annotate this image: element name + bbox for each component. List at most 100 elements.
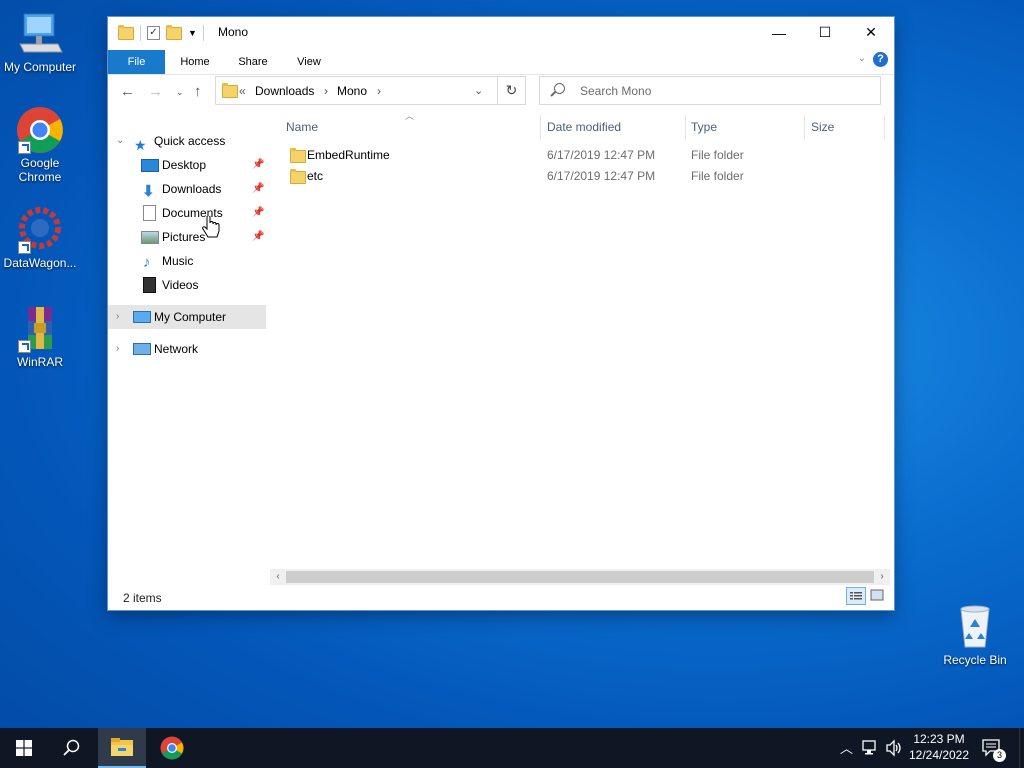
address-dropdown-icon[interactable]: ⌄ [474, 84, 483, 97]
new-folder-icon[interactable] [166, 24, 182, 40]
help-button[interactable]: ? [873, 52, 888, 67]
desktop-icon-recycle-bin[interactable]: Recycle Bin [935, 603, 1015, 667]
tab-share[interactable]: Share [228, 50, 278, 74]
pin-icon[interactable]: 📌 [252, 225, 264, 249]
details-view-button[interactable] [846, 587, 866, 605]
search-button[interactable] [48, 728, 96, 768]
chrome-icon [160, 736, 184, 760]
breadcrumb-downloads[interactable]: Downloads [255, 84, 314, 98]
scrollbar-thumb[interactable] [286, 571, 874, 583]
window-title: Mono [218, 25, 249, 39]
file-row[interactable]: EmbedRuntime 6/17/2019 12:47 PM File fol… [280, 145, 880, 166]
chevron-right-icon[interactable]: › [116, 337, 119, 361]
nav-network[interactable]: › Network [108, 337, 266, 361]
scroll-left-icon[interactable]: ‹ [270, 569, 286, 585]
show-desktop-button[interactable] [1019, 728, 1024, 768]
nav-item-documents[interactable]: Documents 📌 [108, 201, 266, 225]
minimize-icon: — [772, 24, 786, 41]
nav-item-pictures[interactable]: Pictures 📌 [108, 225, 266, 249]
forward-button[interactable]: → [148, 83, 163, 100]
system-clock[interactable]: 12:23 PM 12/24/2022 [908, 731, 970, 763]
desktop-icon-label: Google Chrome [18, 156, 62, 184]
star-icon: ★ [134, 137, 147, 153]
pin-icon[interactable]: 📌 [252, 177, 264, 201]
taskbar-chrome[interactable] [148, 728, 196, 768]
chevron-down-icon[interactable]: ⌄ [116, 129, 124, 153]
breadcrumb-mono[interactable]: Mono [337, 84, 367, 98]
column-header-name[interactable]: Name [286, 115, 318, 139]
pictures-icon [141, 231, 159, 244]
maximize-icon: ☐ [818, 24, 832, 40]
desktop-icon-my-computer[interactable]: My Computer [0, 10, 80, 74]
explorer-window[interactable]: ✓ ▼ Mono — ☐ ✕ File Home Share View ⌄ ? … [108, 17, 894, 610]
close-button[interactable]: ✕ [848, 17, 894, 48]
nav-item-desktop[interactable]: Desktop 📌 [108, 153, 266, 177]
title-bar[interactable]: ✓ ▼ Mono — ☐ ✕ [108, 17, 894, 48]
recent-locations-chevron-icon[interactable]: ⌄ [176, 87, 184, 98]
expand-ribbon-icon[interactable]: ⌄ [858, 53, 866, 64]
desktop-icon-label: DataWagon... [3, 256, 77, 270]
column-header-type[interactable]: Type [691, 115, 717, 139]
action-center-button[interactable]: 3 [980, 736, 1006, 762]
nav-item-music[interactable]: ♪ Music [108, 249, 266, 273]
chevron-right-icon[interactable]: › [116, 305, 119, 329]
up-button[interactable]: ↑ [194, 83, 202, 100]
desktop-icon-datawagon[interactable]: DataWagon... [0, 206, 80, 270]
network-icon [133, 343, 151, 355]
file-explorer-icon [111, 738, 133, 756]
nav-item-downloads[interactable]: ⬇ Downloads 📌 [108, 177, 266, 201]
file-type: File folder [691, 169, 744, 183]
chrome-icon [16, 106, 64, 154]
taskbar-file-explorer[interactable] [98, 728, 146, 768]
nav-my-computer[interactable]: › My Computer [108, 305, 266, 329]
computer-icon [16, 10, 64, 58]
clock-date: 12/24/2022 [908, 748, 970, 762]
winrar-icon [16, 305, 64, 353]
folder-icon [290, 148, 306, 163]
column-header-size[interactable]: Size [811, 115, 834, 139]
recycle-bin-icon [951, 603, 999, 651]
file-name: EmbedRuntime [307, 148, 390, 162]
chevron-down-icon[interactable]: ▼ [188, 28, 197, 38]
desktop-icon-winrar[interactable]: WinRAR [0, 305, 80, 369]
computer-icon [133, 311, 151, 323]
search-icon [554, 83, 565, 94]
large-icons-view-icon [870, 589, 884, 601]
tab-home[interactable]: Home [170, 50, 220, 74]
nav-quick-access[interactable]: ⌄ ★ Quick access [108, 129, 266, 153]
tab-file[interactable]: File [108, 50, 165, 74]
minimize-button[interactable]: — [756, 17, 802, 48]
large-icons-view-button[interactable] [868, 587, 888, 605]
refresh-button[interactable]: ↻ [497, 76, 526, 105]
search-icon [63, 739, 80, 756]
pin-icon[interactable]: 📌 [252, 201, 264, 225]
windows-logo-icon [16, 740, 32, 756]
film-icon [143, 277, 156, 293]
address-bar[interactable]: « Downloads › Mono › ⌄ [215, 76, 526, 105]
properties-icon[interactable]: ✓ [147, 26, 160, 40]
breadcrumb-overflow[interactable]: « [239, 84, 246, 98]
sort-ascending-icon: ︿ [405, 111, 415, 121]
start-button[interactable] [0, 728, 48, 768]
quick-access-toolbar: ✓ ▼ [118, 24, 204, 41]
file-row[interactable]: etc 6/17/2019 12:47 PM File folder [280, 166, 880, 187]
chevron-right-icon[interactable]: › [377, 84, 381, 98]
document-icon [143, 205, 156, 221]
show-hidden-icons-icon[interactable]: ︿ [840, 738, 853, 757]
network-icon[interactable] [862, 740, 880, 756]
folder-icon [118, 24, 134, 40]
back-button[interactable]: ← [120, 83, 135, 100]
chevron-right-icon[interactable]: › [324, 84, 328, 98]
notification-count-badge: 3 [993, 749, 1006, 762]
maximize-button[interactable]: ☐ [802, 17, 848, 48]
column-header-date-modified[interactable]: Date modified [547, 115, 621, 139]
scroll-right-icon[interactable]: › [874, 569, 890, 585]
desktop-icon-chrome[interactable]: Google Chrome [0, 106, 80, 184]
pin-icon[interactable]: 📌 [252, 153, 264, 177]
nav-item-videos[interactable]: Videos [108, 273, 266, 297]
taskbar: ︿ 12:23 PM 12/24/2022 3 [0, 728, 1024, 768]
tab-view[interactable]: View [284, 50, 334, 74]
horizontal-scrollbar[interactable]: ‹ › [270, 569, 890, 585]
search-input[interactable]: Search Mono [539, 76, 881, 105]
volume-icon[interactable] [885, 739, 903, 757]
